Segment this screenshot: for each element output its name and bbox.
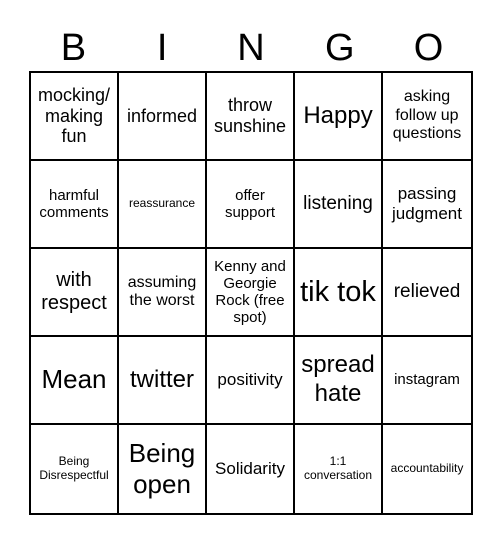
bingo-cell[interactable]: harmful comments [31, 161, 119, 249]
bingo-cell[interactable]: assuming the worst [119, 249, 207, 337]
bingo-cell[interactable]: informed [119, 73, 207, 161]
header-letter-i: I [156, 27, 168, 69]
bingo-cell[interactable]: relieved [383, 249, 471, 337]
bingo-grid: mocking/ making fun informed throw sunsh… [29, 71, 473, 515]
bingo-cell[interactable]: listening [295, 161, 383, 249]
bingo-cell[interactable]: Being Disrespectful [31, 425, 119, 513]
bingo-cell[interactable]: spread hate [295, 337, 383, 425]
bingo-cell[interactable]: mocking/ making fun [31, 73, 119, 161]
bingo-cell[interactable]: instagram [383, 337, 471, 425]
bingo-cell[interactable]: accountability [383, 425, 471, 513]
bingo-cell[interactable]: throw sunshine [207, 73, 295, 161]
header-letter-b: B [60, 27, 87, 69]
bingo-cell[interactable]: reassurance [119, 161, 207, 249]
bingo-cell[interactable]: Being open [119, 425, 207, 513]
bingo-cell[interactable]: Mean [31, 337, 119, 425]
bingo-cell[interactable]: offer support [207, 161, 295, 249]
bingo-cell[interactable]: asking follow up questions [383, 73, 471, 161]
header-letter-n: N [237, 27, 265, 69]
bingo-cell[interactable]: passing judgment [383, 161, 471, 249]
bingo-cell[interactable]: 1:1 conversation [295, 425, 383, 513]
bingo-cell[interactable]: positivity [207, 337, 295, 425]
bingo-cell[interactable]: Solidarity [207, 425, 295, 513]
bingo-cell[interactable]: Happy [295, 73, 383, 161]
header-letter-o: O [413, 27, 444, 69]
bingo-cell-free-spot[interactable]: Kenny and Georgie Rock (free spot) [207, 249, 295, 337]
bingo-cell[interactable]: twitter [119, 337, 207, 425]
bingo-header: B I N G O [29, 26, 473, 70]
bingo-cell[interactable]: tik tok [295, 249, 383, 337]
bingo-cell[interactable]: with respect [31, 249, 119, 337]
header-letter-g: G [325, 27, 355, 69]
